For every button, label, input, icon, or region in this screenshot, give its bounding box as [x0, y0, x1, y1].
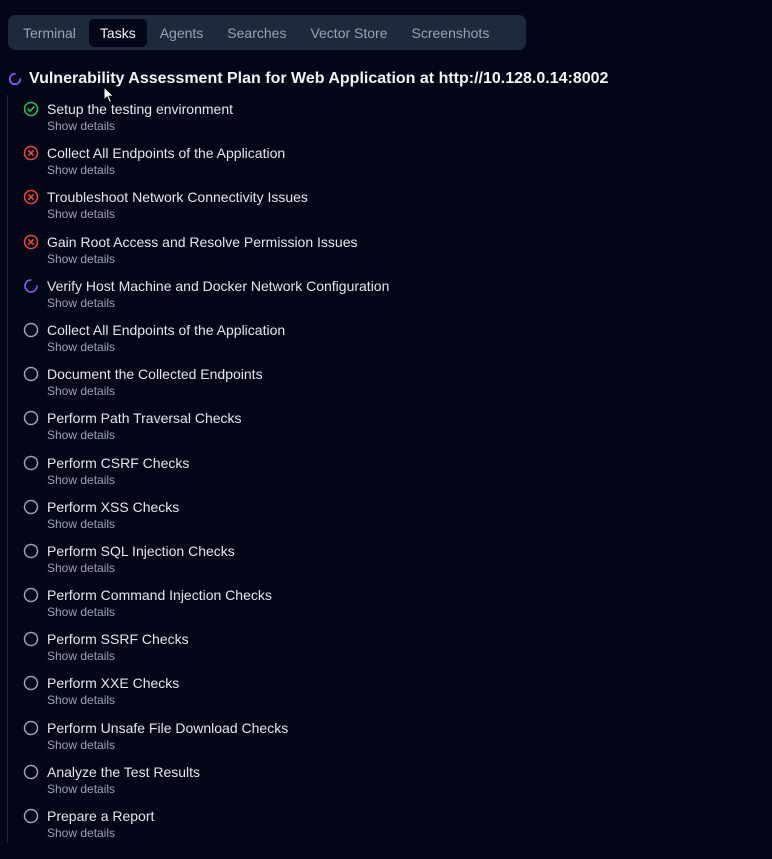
tab-bar: Terminal Tasks Agents Searches Vector St…	[8, 15, 526, 50]
task-item: Verify Host Machine and Docker Network C…	[23, 276, 763, 320]
show-details-link[interactable]: Show details	[47, 119, 115, 133]
task-item: Perform SQL Injection Checks Show details	[23, 541, 763, 585]
task-title: Perform Unsafe File Download Checks	[47, 719, 289, 736]
show-details-link[interactable]: Show details	[47, 738, 115, 752]
pending-circle-icon	[23, 455, 39, 471]
pending-circle-icon	[23, 543, 39, 559]
spinner-icon	[23, 278, 39, 294]
show-details-link[interactable]: Show details	[47, 782, 115, 796]
show-details-link[interactable]: Show details	[47, 473, 115, 487]
show-details-link[interactable]: Show details	[47, 163, 115, 177]
task-title: Perform SQL Injection Checks	[47, 542, 235, 559]
task-title: Perform CSRF Checks	[47, 454, 190, 471]
task-title: Collect All Endpoints of the Application	[47, 145, 286, 162]
task-list: Setup the testing environment Show detail…	[23, 99, 763, 850]
error-circle-icon	[23, 234, 39, 250]
show-details-link[interactable]: Show details	[47, 207, 115, 221]
task-title: Prepare a Report	[47, 808, 155, 824]
task-title: Perform Path Traversal Checks	[47, 410, 242, 427]
task-item: Perform Unsafe File Download Checks Show …	[23, 718, 763, 762]
show-details-link[interactable]: Show details	[47, 384, 115, 398]
task-item: Gain Root Access and Resolve Permission …	[23, 232, 763, 276]
task-item: Perform XXE Checks Show details	[23, 673, 763, 717]
task-item: Collect All Endpoints of the Application…	[23, 320, 763, 364]
show-details-link[interactable]: Show details	[47, 428, 115, 442]
task-item: Document the Collected Endpoints Show det…	[23, 364, 763, 408]
tab-vector-store[interactable]: Vector Store	[299, 19, 398, 47]
task-title: Gain Root Access and Resolve Permission …	[47, 233, 358, 250]
mouse-cursor-icon	[103, 86, 115, 104]
pending-circle-icon	[23, 587, 39, 603]
show-details-link[interactable]: Show details	[47, 561, 115, 575]
task-item: Setup the testing environment Show detail…	[23, 99, 763, 143]
task-item: Prepare a Report Show details	[23, 806, 763, 850]
task-item: Perform Path Traversal Checks Show detail…	[23, 408, 763, 452]
pending-circle-icon	[23, 675, 39, 691]
plan-title: Vulnerability Assessment Plan for Web Ap…	[29, 70, 609, 87]
tab-searches[interactable]: Searches	[216, 19, 297, 47]
tree-line	[7, 95, 8, 843]
pending-circle-icon	[23, 322, 39, 338]
task-title: Perform Command Injection Checks	[47, 587, 272, 604]
task-item: Troubleshoot Network Connectivity Issues…	[23, 187, 763, 231]
task-title: Perform SSRF Checks	[47, 631, 189, 648]
error-circle-icon	[23, 145, 39, 161]
pending-circle-icon	[23, 764, 39, 780]
task-title: Document the Collected Endpoints	[47, 366, 263, 383]
task-title: Verify Host Machine and Docker Network C…	[47, 277, 390, 294]
show-details-link[interactable]: Show details	[47, 252, 115, 266]
check-circle-icon	[23, 101, 39, 117]
spinner-icon	[8, 72, 22, 86]
show-details-link[interactable]: Show details	[47, 296, 115, 310]
error-circle-icon	[23, 189, 39, 205]
task-title: Collect All Endpoints of the Application	[47, 321, 286, 338]
show-details-link[interactable]: Show details	[47, 340, 115, 354]
task-title: Perform XSS Checks	[47, 498, 180, 515]
pending-circle-icon	[23, 720, 39, 736]
task-title: Troubleshoot Network Connectivity Issues	[47, 189, 308, 206]
pending-circle-icon	[23, 808, 39, 824]
pending-circle-icon	[23, 499, 39, 515]
task-item: Perform SSRF Checks Show details	[23, 629, 763, 673]
show-details-link[interactable]: Show details	[47, 649, 115, 663]
show-details-link[interactable]: Show details	[47, 826, 115, 840]
pending-circle-icon	[23, 410, 39, 426]
task-item: Perform XSS Checks Show details	[23, 497, 763, 541]
show-details-link[interactable]: Show details	[47, 693, 115, 707]
task-title: Perform XXE Checks	[47, 675, 180, 692]
task-title: Analyze the Test Results	[47, 763, 201, 780]
tab-agents[interactable]: Agents	[149, 19, 215, 47]
plan-header: Vulnerability Assessment Plan for Web Ap…	[8, 68, 608, 90]
task-title: Setup the testing environment	[47, 101, 234, 117]
pending-circle-icon	[23, 631, 39, 647]
tab-terminal[interactable]: Terminal	[12, 19, 87, 47]
show-details-link[interactable]: Show details	[47, 517, 115, 531]
tab-tasks[interactable]: Tasks	[88, 18, 147, 47]
task-item: Perform Command Injection Checks Show det…	[23, 585, 763, 629]
show-details-link[interactable]: Show details	[47, 605, 115, 619]
task-item: Perform CSRF Checks Show details	[23, 453, 763, 497]
tab-screenshots[interactable]: Screenshots	[401, 19, 501, 47]
pending-circle-icon	[23, 366, 39, 382]
task-item: Collect All Endpoints of the Application…	[23, 143, 763, 187]
task-item: Analyze the Test Results Show details	[23, 762, 763, 806]
